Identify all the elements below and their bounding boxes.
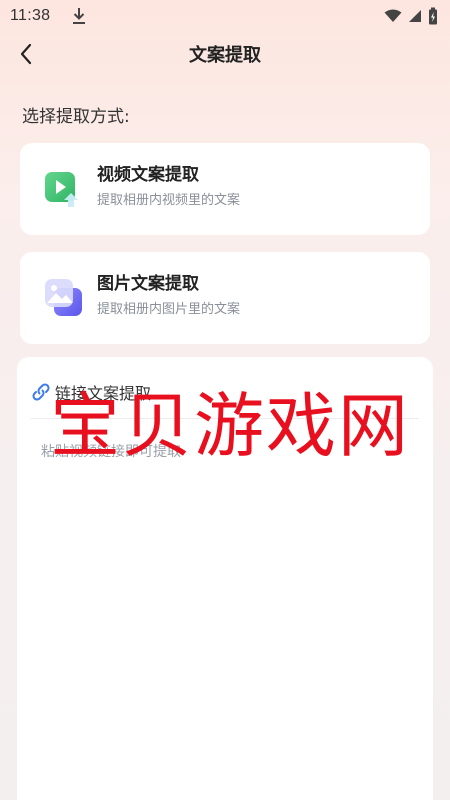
link-icon [32,383,50,401]
image-extract-card[interactable]: 图片文案提取 提取相册内图片里的文案 [20,252,430,344]
status-bar: 11:38 [0,0,450,32]
image-icon [45,279,82,316]
image-card-text: 图片文案提取 提取相册内图片里的文案 [97,273,240,318]
wifi-icon [384,9,402,22]
video-card-title: 视频文案提取 [97,165,199,185]
link-divider [31,418,419,419]
video-extract-card[interactable]: 视频文案提取 提取相册内视频里的文案 [20,143,430,235]
video-card-text: 视频文案提取 提取相册内视频里的文案 [97,164,240,209]
video-card-subtitle: 提取相册内视频里的文案 [97,193,241,208]
status-time: 11:38 [10,7,51,24]
status-icons [384,7,438,25]
image-card-subtitle: 提取相册内图片里的文案 [97,302,241,317]
link-extract-header: 链接文案提取 [31,380,151,404]
chevron-left-icon [20,43,32,65]
section-label: 选择提取方式: [22,107,130,127]
download-icon [73,8,86,24]
signal-icon [409,10,421,22]
link-extract-panel: 链接文案提取 [17,357,433,800]
back-button[interactable] [12,40,40,68]
page-title: 文案提取 [189,45,261,66]
video-play-icon [45,172,78,207]
image-card-title: 图片文案提取 [97,274,199,294]
link-input[interactable] [41,441,411,463]
nav-bar: 文案提取 [0,32,450,76]
battery-icon [429,7,437,25]
link-extract-title: 链接文案提取 [55,384,152,403]
